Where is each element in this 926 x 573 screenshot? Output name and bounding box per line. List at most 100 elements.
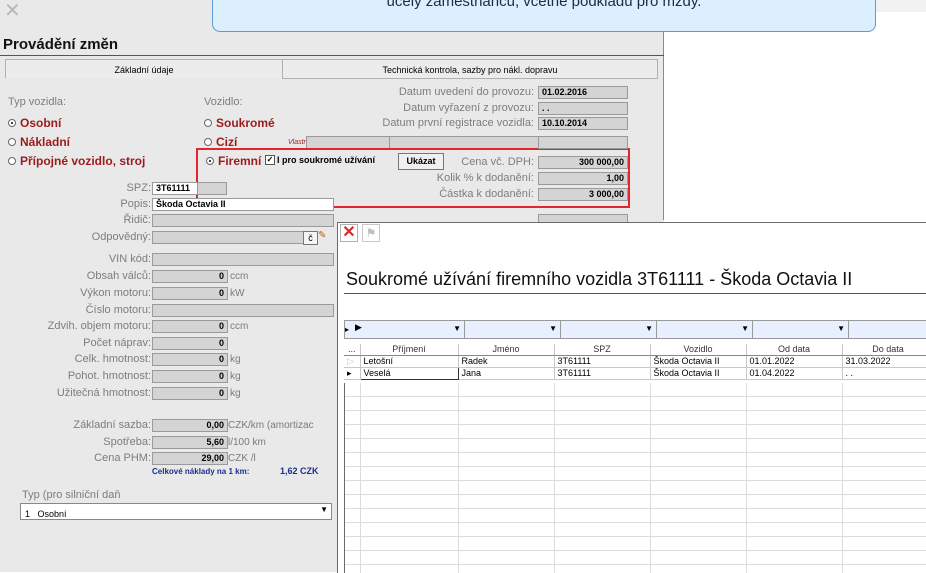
popup-close-icon[interactable]: ✕ [340,224,358,242]
radio-nakladni[interactable]: Nákladní [8,135,70,149]
close-icon[interactable]: ✕ [4,0,21,23]
celk-hmotnost-label: Celk. hmotnost: [74,353,151,365]
title-divider [0,55,664,56]
filter-prijmeni-chevron-icon: ▼ [453,324,461,333]
cell-spz[interactable]: 3T61111 [554,355,651,368]
uzitecna-hmotnost-field[interactable]: 0 [152,387,228,400]
napravy-field[interactable]: 0 [152,337,228,350]
radio-pripojne[interactable]: Přípojné vozidlo, stroj [8,154,145,168]
obsah-valcu-field[interactable]: 0 [152,270,228,283]
grid-vline [554,383,555,573]
typ-dan-select[interactable]: 1 Osobní ▼ [20,503,332,520]
grid-header-corner: ... [344,344,361,356]
cell-do-data[interactable]: 31.03.2022 [842,355,926,368]
radio-cizi[interactable]: Cizí [204,135,237,149]
vin-label: VIN kód: [108,253,151,265]
popis-field[interactable]: Škoda Octavia II [152,198,334,211]
datum-vyrazeni-label: Datum vyřazení z provozu: [403,102,534,114]
spz-extra-field [197,182,227,195]
cena-phm-label: Cena PHM: [94,452,151,464]
col-do-data[interactable]: Do data [842,344,926,356]
ridic-field[interactable] [152,214,334,227]
radio-osobni[interactable]: Osobní [8,116,61,130]
cislo-motoru-label: Číslo motoru: [85,304,151,316]
col-spz[interactable]: SPZ [554,344,651,356]
row-indicator-current: ▸ [344,367,361,380]
popup-flag-icon[interactable]: ⚑ [362,224,380,242]
radio-cizi-indicator [204,137,212,146]
pohot-hmotnost-unit: kg [230,371,241,382]
odpovedny-label: Odpovědný: [91,231,151,243]
vin-field[interactable] [152,253,334,266]
col-jmeno[interactable]: Jméno [458,344,555,356]
spotreba-field[interactable]: 5,60 [152,436,228,449]
pohot-hmotnost-field[interactable]: 0 [152,370,228,383]
cell-jmeno[interactable]: Jana [458,367,555,380]
obsah-valcu-label: Obsah válců: [86,270,151,282]
filter-jmeno-chevron-icon: ▼ [549,324,557,333]
cell-do-data[interactable]: . . [842,367,926,380]
filter-od-data-chevron-icon: ▼ [837,324,845,333]
cena-phm-field[interactable]: 29,00 [152,452,228,465]
cell-jmeno[interactable]: Radek [458,355,555,368]
datum-registrace-label: Datum první registrace vozidla: [382,117,534,129]
spz-label: SPZ: [126,182,151,194]
cell-vozidlo[interactable]: Škoda Octavia II [650,367,747,380]
filter-vozidlo[interactable]: ▼ [657,321,753,338]
radio-osobni-indicator [8,118,16,127]
edit-pencil-icon[interactable]: ✎ [318,230,326,241]
filter-flag-icon[interactable]: ▶ [355,322,362,333]
vozidlo-label: Vozidlo: [204,96,243,108]
datum-vyrazeni-field[interactable]: . . [538,102,628,115]
celkove-naklady-value: 1,62 CZK [280,466,319,476]
cell-prijmeni[interactable]: Letošní [360,355,459,368]
cell-od-data[interactable]: 01.01.2022 [746,355,843,368]
spotreba-label: Spotřeba: [103,436,151,448]
cena-phm-unit: CZK /l [228,453,256,464]
table-row[interactable]: ▸ Veselá Jana 3T61111 Škoda Octavia II 0… [344,367,926,380]
napravy-label: Počet náprav: [83,337,151,349]
filter-spz[interactable]: ▼ [561,321,657,338]
cell-spz[interactable]: 3T61111 [554,367,651,380]
zdvih-unit: ccm [230,321,249,332]
spz-field[interactable]: 3T61111 [152,182,198,195]
popup-title-underline [344,293,926,294]
chevron-down-icon[interactable]: ▼ [320,505,328,514]
data-grid: ... Příjmení Jméno SPZ Vozidlo Od data D… [344,344,926,380]
cell-od-data[interactable]: 01.04.2022 [746,367,843,380]
odpovedny-pick-button[interactable]: č [303,231,318,245]
col-vozidlo[interactable]: Vozidlo [650,344,747,356]
filter-spz-chevron-icon: ▼ [645,324,653,333]
zdvih-label: Zdvih. objem motoru: [47,320,151,332]
col-od-data[interactable]: Od data [746,344,843,356]
col-prijmeni[interactable]: Příjmení [360,344,459,356]
celk-hmotnost-unit: kg [230,354,241,365]
window-border [663,0,664,220]
filter-prijmeni[interactable]: ▼ [367,321,465,338]
dialog-title: Provádění změn [3,36,119,53]
cislo-motoru-field[interactable] [152,304,334,317]
vykon-field[interactable]: 0 [152,287,228,300]
zakladni-sazba-label: Základní sazba: [73,419,151,431]
grid-vline [360,383,361,573]
filter-od-data[interactable]: ▼ [753,321,849,338]
tab-zakladni-udaje[interactable]: Základní údaje [5,59,283,78]
zdvih-field[interactable]: 0 [152,320,228,333]
celk-hmotnost-field[interactable]: 0 [152,353,228,366]
datum-uvedeni-label: Datum uvedení do provozu: [398,86,534,98]
typ-dan-label: Typ (pro silniční daň [22,489,121,501]
grid-vline [842,383,843,573]
ridic-label: Řidič: [123,214,151,226]
cell-vozidlo[interactable]: Škoda Octavia II [650,355,747,368]
zakladni-sazba-field[interactable]: 0,00 [152,419,228,432]
datum-uvedeni-field[interactable]: 01.02.2016 [538,86,628,99]
radio-soukrome[interactable]: Soukromé [204,116,275,130]
odpovedny-field[interactable] [152,231,304,244]
table-row[interactable]: ▷ Letošní Radek 3T61111 Škoda Octavia II… [344,355,926,368]
row-indicator: ▷ [344,355,361,368]
tab-technicka-kontrola[interactable]: Technická kontrola, sazby pro nákl. dopr… [282,59,658,79]
filter-jmeno[interactable]: ▼ [465,321,561,338]
datum-registrace-field[interactable]: 10.10.2014 [538,117,628,130]
cell-prijmeni[interactable]: Veselá [359,367,459,380]
grid-vline [650,383,651,573]
